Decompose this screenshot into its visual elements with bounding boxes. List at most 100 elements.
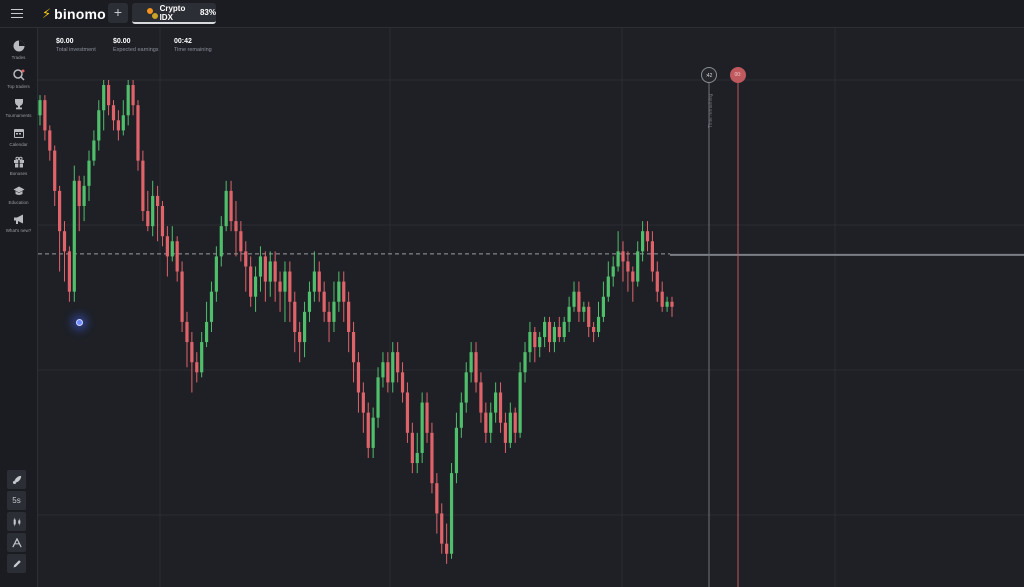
stat-value: 00:42 [174, 38, 192, 45]
indicators-icon [11, 537, 22, 548]
candle-body [577, 291, 581, 312]
drawing-tool-button[interactable] [7, 554, 26, 573]
top-bar: ⚡ binomo + Crypto IDX 83% [0, 0, 1024, 28]
candle-body [396, 352, 400, 373]
candle-body [587, 306, 591, 327]
candle-body [111, 105, 116, 121]
stat-value: $0.00 [113, 38, 131, 45]
sidebar-item-label: Bonuses [9, 171, 28, 176]
candle-body [175, 241, 179, 272]
candle-body [391, 352, 395, 383]
gift-icon [13, 156, 24, 168]
candle-body [459, 402, 463, 428]
candle-body [562, 321, 566, 338]
candle-body [249, 266, 253, 297]
timeframe-button[interactable]: 5s [7, 491, 26, 510]
candle-body [200, 342, 204, 373]
asset-payout: 83% [199, 8, 216, 17]
candle-body [582, 306, 586, 312]
candle-body [322, 291, 326, 312]
bolt-icon: ⚡ [42, 6, 52, 21]
candle-body [567, 306, 571, 322]
sidebar-item-bonuses[interactable]: Bonuses [0, 156, 37, 176]
candle-body [121, 115, 125, 131]
add-asset-button[interactable]: + [108, 3, 128, 23]
candle-body [67, 251, 71, 292]
candle-body [518, 372, 522, 433]
candles-icon [13, 517, 20, 527]
sidebar-item-calendar[interactable]: Calendar [0, 127, 37, 147]
candle-body [592, 326, 596, 332]
candle-body [180, 271, 184, 322]
sidebar-item-whats-new[interactable]: What's new? [0, 213, 37, 233]
graduation-cap-icon [13, 186, 24, 195]
sidebar-item-label: What's new? [5, 228, 32, 233]
candle-body [141, 160, 145, 212]
rocket-tool-button[interactable] [7, 470, 26, 489]
candle-body [244, 251, 248, 267]
candle-body [400, 372, 405, 393]
candle-body [229, 190, 233, 222]
candle-body [489, 412, 493, 433]
candle-body [170, 241, 174, 257]
menu-icon[interactable] [9, 6, 25, 21]
sidebar-item-tournaments[interactable]: Tournaments [0, 98, 37, 118]
candle-body [572, 291, 576, 307]
candle-body [670, 301, 674, 307]
sidebar: Trades Top traders Tournaments Calendar … [0, 28, 38, 587]
candle-body [146, 211, 150, 227]
asset-name: Crypto IDX [159, 3, 186, 22]
rocket-icon [12, 475, 21, 485]
candle-body [386, 362, 390, 383]
brand-logo[interactable]: ⚡ binomo [42, 5, 106, 23]
sidebar-item-top-traders[interactable]: Top traders [0, 69, 37, 89]
candle-body [660, 291, 664, 307]
candle-body [298, 332, 302, 343]
candle-body [62, 231, 67, 252]
stat-time-remaining: 00:42 Time remaining [174, 38, 212, 53]
candles-tool-button[interactable] [7, 512, 26, 531]
candle-body [204, 321, 209, 343]
candle-body [543, 321, 547, 338]
candle-body [77, 180, 81, 206]
candle-body [464, 372, 468, 403]
candle-body [650, 241, 655, 272]
sidebar-item-label: Tournaments [5, 113, 32, 118]
candle-body [538, 337, 542, 348]
candle-body [219, 226, 223, 257]
candle-body [268, 261, 272, 282]
candle-body [87, 160, 91, 186]
candle-body [131, 85, 135, 106]
candle-body [106, 85, 111, 106]
candle-body [151, 195, 155, 227]
candle-body [165, 236, 169, 257]
candle-body [430, 432, 434, 484]
candle-body [53, 150, 57, 191]
candle-body [97, 110, 101, 141]
megaphone-icon [13, 214, 23, 224]
asset-tab-crypto-idx[interactable]: Crypto IDX 83% [132, 3, 216, 24]
candle-body [552, 326, 557, 343]
candle-body [332, 301, 336, 322]
indicators-tool-button[interactable] [7, 533, 26, 552]
candle-body [665, 301, 669, 307]
candle-body [440, 513, 444, 544]
candle-body [469, 352, 473, 373]
candle-body [351, 332, 356, 363]
candle-body [503, 422, 508, 443]
sidebar-item-trades[interactable]: Trades [0, 40, 37, 60]
candle-body [479, 382, 483, 413]
candle-body [347, 301, 351, 332]
candle-body [616, 251, 620, 267]
candle-body [258, 256, 263, 277]
candle-body [195, 362, 199, 373]
candle-body [528, 332, 532, 353]
candle-body [405, 392, 410, 433]
candle-body [155, 195, 160, 206]
candle-body [234, 221, 238, 232]
price-chart[interactable] [38, 28, 1024, 587]
sidebar-item-education[interactable]: Education [0, 185, 37, 205]
candle-body [190, 342, 194, 363]
candle-body [376, 377, 380, 418]
candle-body [102, 85, 106, 111]
